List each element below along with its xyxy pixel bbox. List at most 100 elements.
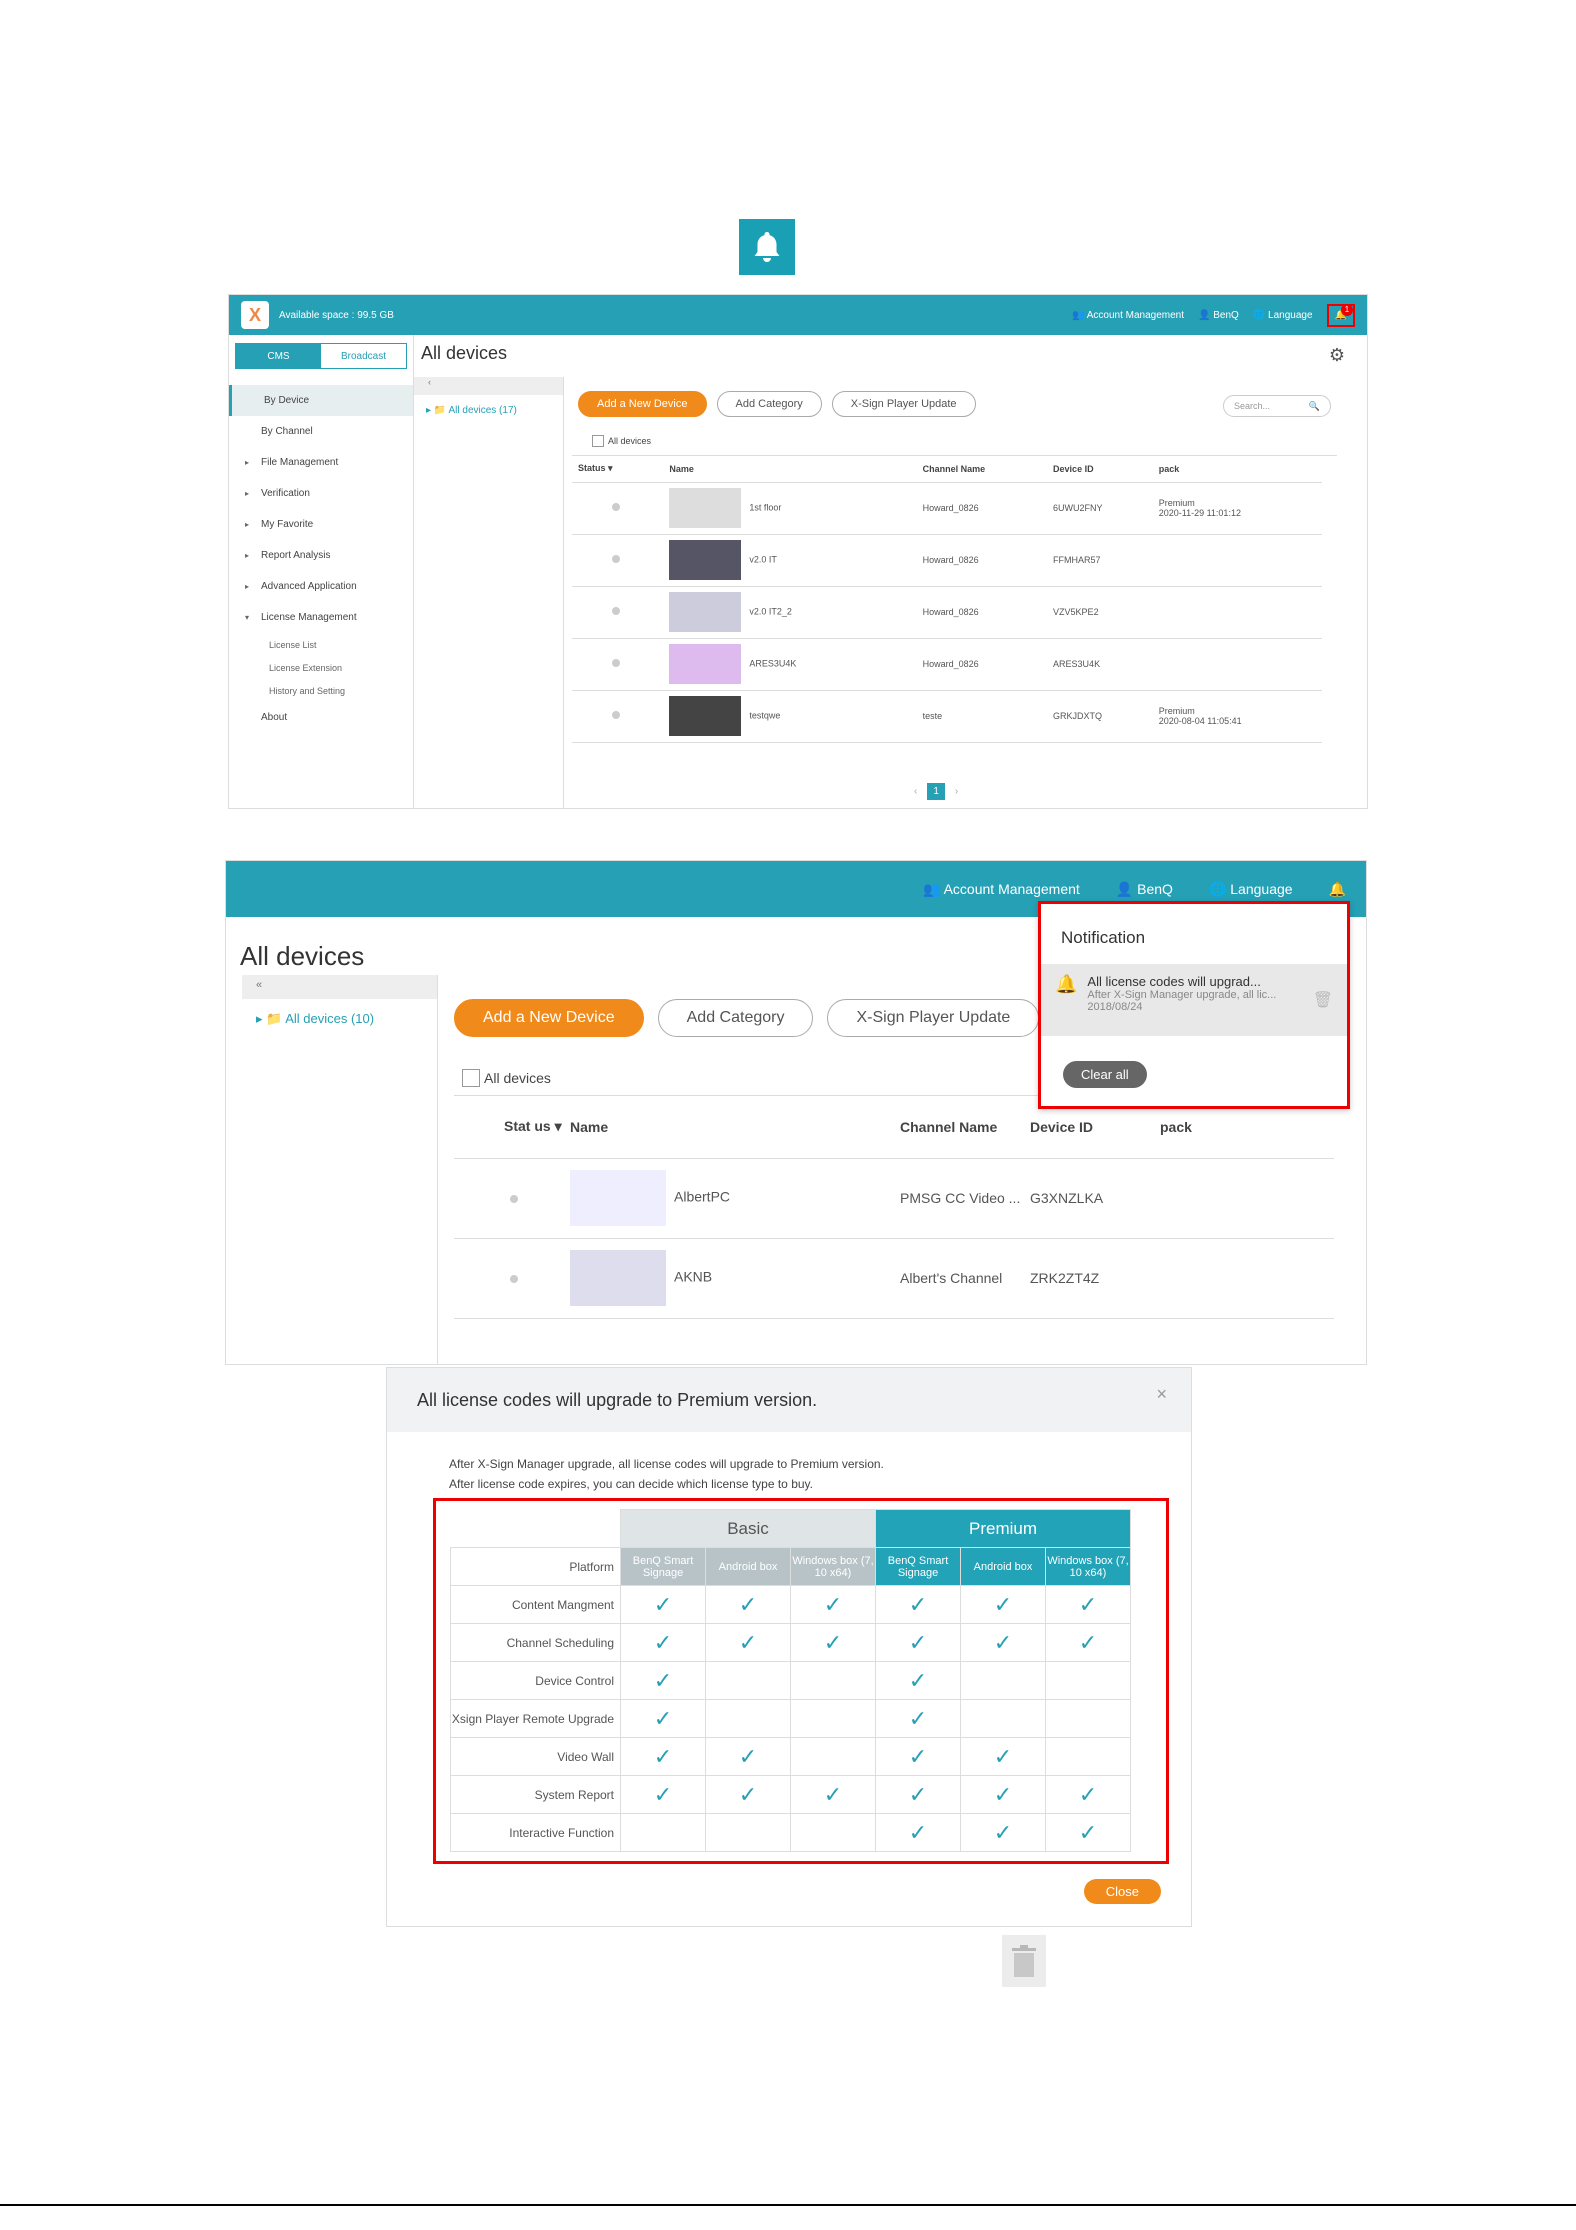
device-thumbnail (669, 696, 742, 736)
sidebar-item-my-favorite[interactable]: ▸ My Favorite (229, 509, 413, 540)
table-row[interactable]: testqwe teste GRKJDXTQ Premium 2020-08-04… (572, 690, 1322, 743)
empty-cell (790, 1699, 876, 1738)
collapse-button[interactable]: « (242, 975, 437, 999)
page-title: All devices (240, 941, 365, 971)
col-pack: pack (1152, 456, 1322, 483)
device-thumbnail (669, 592, 742, 632)
trash-icon[interactable]: 🗑 (1313, 990, 1333, 1010)
tree-item-all-devices[interactable]: ▸ 📁 All devices (10) (242, 999, 437, 1039)
close-button[interactable]: Close (1083, 1879, 1161, 1904)
empty-cell (960, 1699, 1046, 1738)
check-icon: ✓ (620, 1623, 706, 1662)
col-name: Name (663, 456, 917, 483)
device-thumbnail (669, 488, 742, 528)
check-icon: ✓ (875, 1585, 961, 1624)
chevron-right-icon: ▸ (245, 458, 250, 467)
sidebar-item-about[interactable]: About (229, 702, 413, 733)
sidebar-item-report-analysis[interactable]: ▸ Report Analysis (229, 540, 413, 571)
platform-col: BenQ Smart Signage (875, 1547, 961, 1586)
check-icon: ✓ (875, 1661, 961, 1700)
sidebar-item-verification[interactable]: ▸ Verification (229, 478, 413, 509)
check-icon: ✓ (705, 1775, 791, 1814)
sidebar-item-by-channel[interactable]: By Channel (229, 416, 413, 447)
page-number[interactable]: 1 (927, 783, 945, 800)
gear-icon[interactable]: ⚙ (1329, 345, 1345, 366)
check-icon: ✓ (620, 1585, 706, 1624)
check-icon: ✓ (1045, 1585, 1131, 1624)
sidebar-item-license-management[interactable]: ▾ License Management (229, 602, 413, 633)
empty-cell (705, 1699, 791, 1738)
player-update-button[interactable]: X-Sign Player Update (827, 999, 1040, 1037)
status-dot (612, 607, 620, 615)
user-menu[interactable]: 👤 BenQ (1198, 310, 1239, 321)
bell-icon (739, 219, 795, 275)
check-icon: ✓ (960, 1813, 1046, 1852)
notification-item[interactable]: 🔔 All license codes will upgrad... After… (1041, 964, 1347, 1036)
table-row[interactable]: v2.0 IT Howard_0826 FFMHAR57 (572, 534, 1322, 587)
add-category-button[interactable]: Add Category (657, 999, 814, 1037)
table-row[interactable]: v2.0 IT2_2 Howard_0826 VZV5KPE2 (572, 586, 1322, 639)
table-row[interactable]: AKNB Albert's Channel ZRK2ZT4Z (454, 1238, 1334, 1319)
tree-item-all-devices[interactable]: ▸ 📁 All devices (17) (414, 395, 563, 426)
clear-all-button[interactable]: Clear all (1063, 1061, 1147, 1088)
check-icon: ✓ (960, 1623, 1046, 1662)
dialog-title: All license codes will upgrade to Premiu… (387, 1368, 1191, 1432)
feature-row: Xsign Player Remote Upgrade ✓ ✓ (450, 1699, 1131, 1738)
col-device-id: Device ID (1047, 456, 1153, 483)
player-update-button[interactable]: X-Sign Player Update (831, 391, 976, 417)
dialog-text-1: After X-Sign Manager upgrade, all licens… (449, 1457, 884, 1471)
status-dot (612, 711, 620, 719)
table-row[interactable]: 1st floor Howard_0826 6UWU2FNY Premium 20… (572, 482, 1322, 535)
close-icon[interactable]: × (1156, 1384, 1167, 1405)
account-management-link[interactable]: 👥 Account Management (1072, 310, 1184, 321)
trash-icon (1002, 1935, 1046, 1987)
sidebar-item-file-management[interactable]: ▸ File Management (229, 447, 413, 478)
empty-cell (790, 1661, 876, 1700)
col-status[interactable]: Status ▾ (572, 456, 664, 483)
next-page[interactable]: › (955, 786, 958, 797)
check-icon: ✓ (1045, 1813, 1131, 1852)
cms-devices-panel: X Available space : 99.5 GB 👥 Account Ma… (228, 294, 1368, 809)
check-icon: ✓ (875, 1737, 961, 1776)
tab-cms[interactable]: CMS (236, 344, 321, 368)
add-category-button[interactable]: Add Category (716, 391, 822, 417)
table-row[interactable]: ARES3U4K Howard_0826 ARES3U4K (572, 638, 1322, 691)
feature-label: Interactive Function (450, 1813, 621, 1852)
user-menu[interactable]: 👤 BenQ (1116, 881, 1173, 898)
language-menu[interactable]: 🌐 Language (1209, 881, 1293, 898)
sidebar-item-by-device[interactable]: By Device (229, 385, 413, 416)
platform-col: Windows box (7, 10 x64) (790, 1547, 876, 1586)
check-icon: ✓ (875, 1699, 961, 1738)
empty-cell (705, 1661, 791, 1700)
sidebar-item-advanced-application[interactable]: ▸ Advanced Application (229, 571, 413, 602)
device-table: Status ▾ Name Channel Name Device ID pac… (572, 456, 1322, 743)
col-channel: Channel Name (894, 1096, 1024, 1159)
device-thumbnail (669, 540, 742, 580)
add-device-button[interactable]: Add a New Device (454, 999, 644, 1037)
sidebar-item-history-setting[interactable]: History and Setting (229, 679, 413, 702)
status-dot (612, 555, 620, 563)
add-device-button[interactable]: Add a New Device (578, 391, 707, 417)
bell-icon[interactable]: 🔔 (1329, 881, 1346, 898)
notification-bell-button[interactable]: 🔔 1 (1326, 303, 1355, 327)
check-icon: ✓ (960, 1585, 1046, 1624)
table-row[interactable]: AlbertPC PMSG CC Video ... G3XNZLKA (454, 1158, 1334, 1239)
prev-page[interactable]: ‹ (914, 786, 917, 797)
feature-comparison: Basic Premium Platform BenQ Smart Signag… (433, 1498, 1169, 1864)
feature-table: Basic Premium Platform BenQ Smart Signag… (450, 1509, 1131, 1852)
tab-broadcast[interactable]: Broadcast (321, 344, 406, 368)
language-menu[interactable]: 🌐 Language (1253, 310, 1313, 321)
sidebar-item-license-extension[interactable]: License Extension (229, 656, 413, 679)
status-dot (510, 1195, 518, 1203)
notification-title: Notification (1061, 928, 1146, 947)
feature-row: System Report ✓ ✓ ✓ ✓ ✓ ✓ (450, 1775, 1131, 1814)
account-management-link[interactable]: 👥 Account Management (923, 881, 1080, 898)
top-bar: X Available space : 99.5 GB 👥 Account Ma… (229, 295, 1367, 335)
premium-header: Premium (875, 1509, 1131, 1548)
search-input[interactable]: Search... 🔍 (1223, 395, 1331, 417)
collapse-button[interactable]: ‹ (414, 377, 563, 395)
select-all-checkbox[interactable]: All devices (572, 417, 1337, 456)
check-icon: ✓ (705, 1623, 791, 1662)
sidebar-item-license-list[interactable]: License List (229, 633, 413, 656)
col-status[interactable]: Stat us ▾ (454, 1096, 564, 1159)
